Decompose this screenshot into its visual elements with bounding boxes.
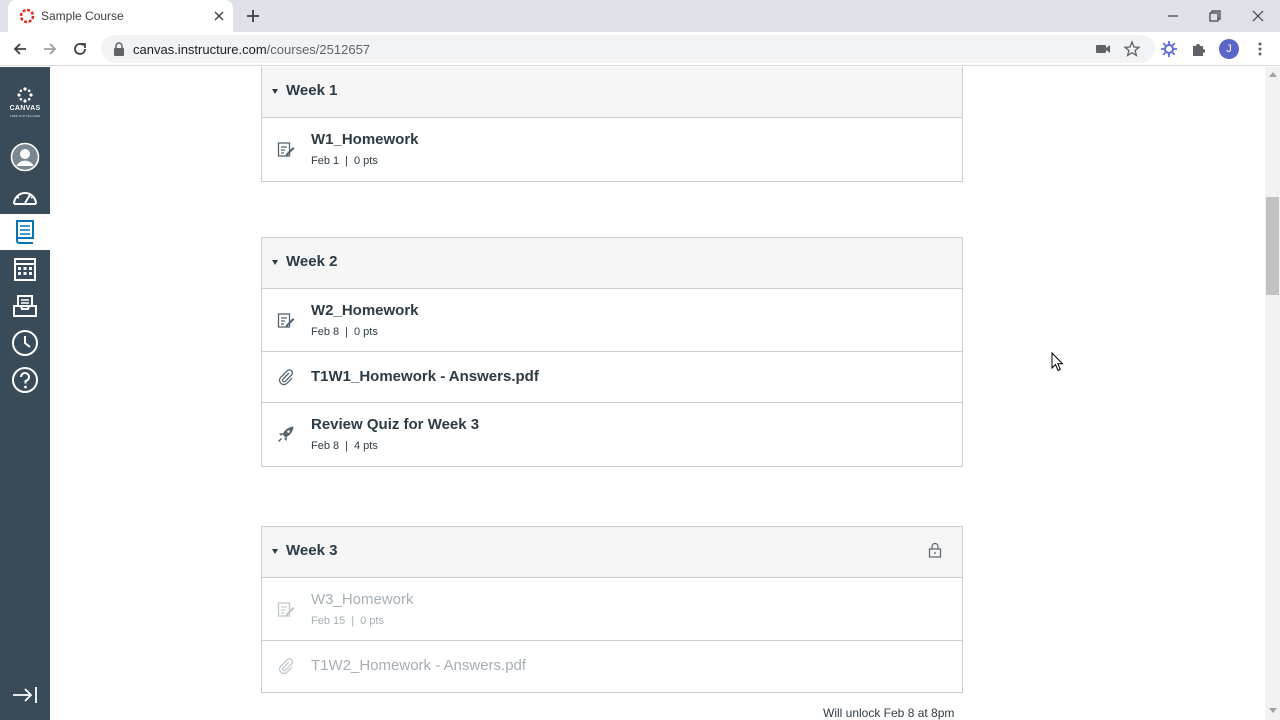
module-item[interactable]: W1_Homework Feb 1 | 0 pts — [262, 118, 962, 181]
inbox-icon — [13, 295, 37, 317]
module-header[interactable]: Week 2 — [262, 238, 962, 289]
assignment-icon — [277, 602, 295, 617]
module-item[interactable]: T1W1_Homework - Answers.pdf — [262, 352, 962, 403]
global-navigation: CANVAS FREE FOR TEACHER — [0, 67, 50, 720]
secure-lock-icon[interactable] — [113, 42, 125, 56]
assignment-icon — [277, 142, 295, 157]
bookmark-star-icon[interactable] — [1123, 40, 1141, 58]
page-scrollbar[interactable] — [1265, 67, 1280, 720]
menu-kebab-icon[interactable] — [1251, 40, 1269, 58]
forward-icon[interactable] — [41, 40, 59, 58]
nav-inbox[interactable] — [0, 288, 50, 324]
camera-icon[interactable] — [1094, 40, 1112, 58]
browser-tab-bar: Sample Course — [0, 0, 1280, 32]
scroll-down-icon[interactable] — [1269, 708, 1277, 713]
item-details: Feb 15 | 0 pts — [311, 615, 384, 627]
nav-account[interactable] — [0, 139, 50, 175]
nav-help[interactable] — [0, 362, 50, 398]
scrollbar-thumb[interactable] — [1266, 197, 1279, 295]
lock-icon — [928, 542, 942, 558]
logo-subtext: FREE FOR TEACHER — [9, 114, 41, 118]
nav-collapse[interactable] — [0, 677, 50, 713]
restore-icon[interactable] — [1205, 6, 1225, 26]
courses-icon — [16, 220, 34, 244]
module-header[interactable]: Week 1 — [262, 67, 962, 118]
module-title: Week 2 — [286, 253, 338, 270]
module-item[interactable]: Review Quiz for Week 3 Feb 8 | 4 pts — [262, 403, 962, 466]
tab-title: Sample Course — [41, 9, 124, 23]
attachment-icon — [278, 369, 293, 386]
module-week-1: Week 1 W1_Homework Feb 1 | 0 pts — [261, 67, 963, 182]
address-bar[interactable]: canvas.instructure.com/courses/2512657 — [101, 35, 1155, 63]
nav-calendar[interactable] — [0, 251, 50, 287]
reload-icon[interactable] — [71, 40, 89, 58]
item-title[interactable]: T1W2_Homework - Answers.pdf — [311, 657, 526, 674]
module-week-2: Week 2 W2_Homework Feb 8 | 0 pts T1W1_Home… — [261, 237, 963, 467]
help-icon — [12, 367, 38, 393]
assignment-icon — [277, 313, 295, 328]
module-item[interactable]: W2_Homework Feb 8 | 0 pts — [262, 289, 962, 352]
item-title[interactable]: W1_Homework — [311, 131, 419, 148]
close-tab-icon[interactable] — [211, 8, 227, 24]
module-header[interactable]: Week 3 — [262, 527, 962, 578]
canvas-favicon-icon — [19, 8, 35, 24]
account-icon — [10, 142, 40, 172]
item-title[interactable]: W2_Homework — [311, 302, 419, 319]
minimize-icon[interactable] — [1163, 6, 1183, 26]
module-week-3: Week 3 W3_Homework Feb 15 | 0 pts T1W2_Hom… — [261, 526, 963, 693]
item-title[interactable]: T1W1_Homework - Answers.pdf — [311, 368, 539, 385]
item-details: Feb 8 | 0 pts — [311, 326, 378, 338]
back-icon[interactable] — [11, 40, 29, 58]
browser-toolbar: canvas.instructure.com/courses/2512657 J — [0, 32, 1280, 66]
logo-wordmark: CANVAS — [9, 105, 41, 112]
profile-avatar[interactable]: J — [1219, 39, 1239, 59]
quiz-icon — [278, 426, 294, 442]
modules-content: Week 1 W1_Homework Feb 1 | 0 pts Week 2 W2… — [51, 67, 1265, 720]
extension-gear-icon[interactable] — [1160, 40, 1178, 58]
unlock-notice: Will unlock Feb 8 at 8pm — [823, 706, 955, 720]
collapse-caret-icon[interactable] — [272, 549, 278, 554]
collapse-caret-icon[interactable] — [272, 89, 278, 94]
history-icon — [12, 330, 38, 356]
item-title[interactable]: Review Quiz for Week 3 — [311, 416, 479, 433]
mouse-cursor-icon — [1051, 352, 1064, 372]
new-tab-icon[interactable] — [244, 7, 262, 25]
extensions-puzzle-icon[interactable] — [1190, 40, 1208, 58]
canvas-logo-icon — [17, 87, 33, 103]
collapse-icon — [13, 687, 37, 703]
attachment-icon — [278, 658, 293, 675]
nav-courses[interactable] — [0, 214, 50, 250]
module-item[interactable]: W3_Homework Feb 15 | 0 pts — [262, 578, 962, 641]
nav-dashboard[interactable] — [0, 179, 50, 215]
canvas-logo[interactable]: CANVAS FREE FOR TEACHER — [8, 85, 42, 119]
module-item[interactable]: T1W2_Homework - Answers.pdf — [262, 641, 962, 692]
item-details: Feb 8 | 4 pts — [311, 440, 378, 452]
module-title: Week 3 — [286, 542, 338, 559]
item-details: Feb 1 | 0 pts — [311, 155, 378, 167]
browser-tab[interactable]: Sample Course — [8, 0, 233, 32]
url-text: canvas.instructure.com/courses/2512657 — [133, 42, 371, 57]
collapse-caret-icon[interactable] — [272, 260, 278, 265]
nav-history[interactable] — [0, 325, 50, 361]
item-title[interactable]: W3_Homework — [311, 591, 414, 608]
module-title: Week 1 — [286, 82, 338, 99]
calendar-icon — [14, 258, 36, 281]
close-window-icon[interactable] — [1248, 6, 1268, 26]
scroll-up-icon[interactable] — [1269, 72, 1277, 77]
dashboard-icon — [13, 192, 37, 205]
